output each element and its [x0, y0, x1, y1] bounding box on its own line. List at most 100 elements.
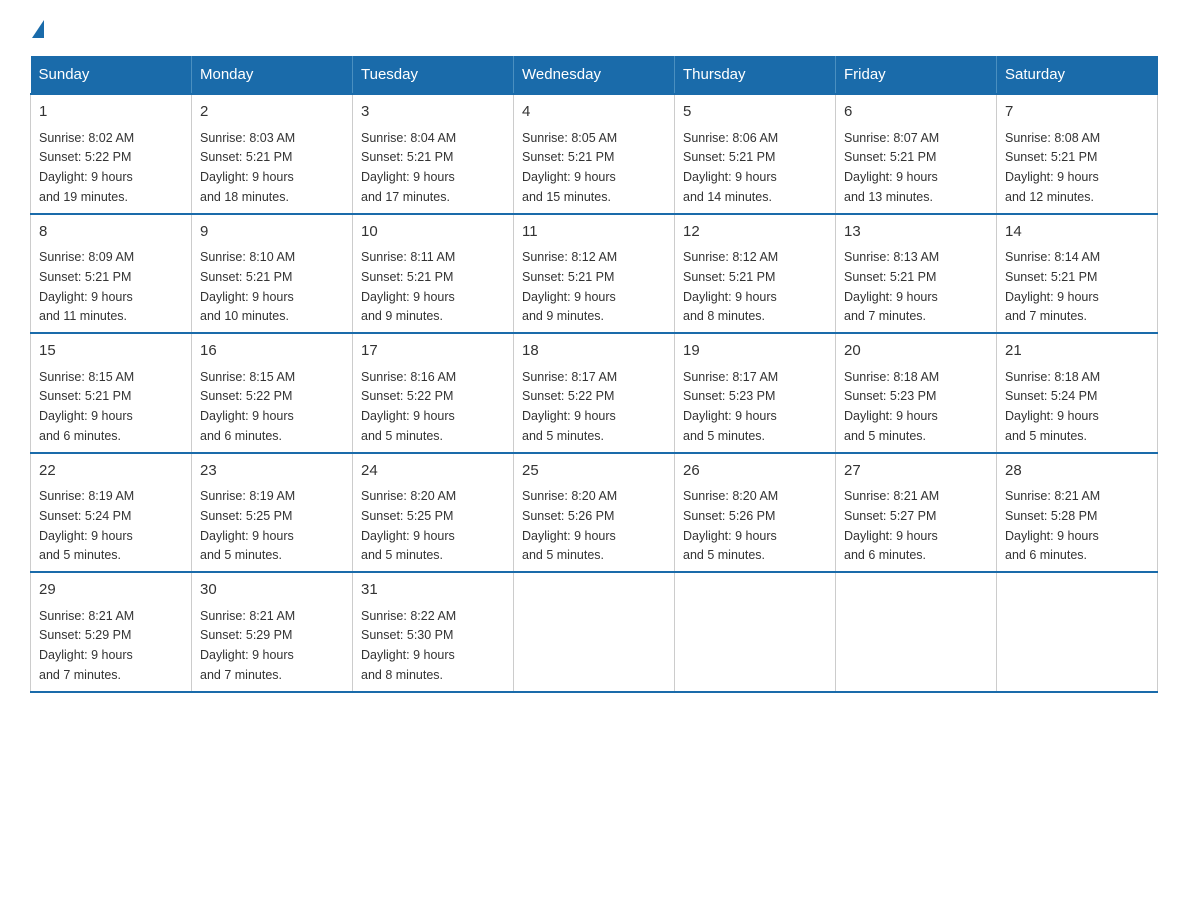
calendar-cell: 21 Sunrise: 8:18 AMSunset: 5:24 PMDaylig…	[997, 333, 1158, 453]
day-info: Sunrise: 8:12 AMSunset: 5:21 PMDaylight:…	[683, 250, 778, 323]
calendar-table: Sunday Monday Tuesday Wednesday Thursday…	[30, 56, 1158, 693]
calendar-cell	[997, 572, 1158, 692]
calendar-cell: 29 Sunrise: 8:21 AMSunset: 5:29 PMDaylig…	[31, 572, 192, 692]
calendar-cell: 5 Sunrise: 8:06 AMSunset: 5:21 PMDayligh…	[675, 94, 836, 214]
day-number: 7	[1005, 101, 1149, 124]
day-number: 5	[683, 101, 827, 124]
calendar-cell	[675, 572, 836, 692]
day-info: Sunrise: 8:18 AMSunset: 5:23 PMDaylight:…	[844, 370, 939, 443]
day-number: 29	[39, 579, 183, 602]
calendar-cell: 28 Sunrise: 8:21 AMSunset: 5:28 PMDaylig…	[997, 453, 1158, 573]
day-info: Sunrise: 8:14 AMSunset: 5:21 PMDaylight:…	[1005, 250, 1100, 323]
calendar-cell: 23 Sunrise: 8:19 AMSunset: 5:25 PMDaylig…	[192, 453, 353, 573]
day-number: 22	[39, 460, 183, 483]
col-monday: Monday	[192, 56, 353, 94]
week-row-2: 8 Sunrise: 8:09 AMSunset: 5:21 PMDayligh…	[31, 214, 1158, 334]
day-number: 8	[39, 221, 183, 244]
calendar-cell: 12 Sunrise: 8:12 AMSunset: 5:21 PMDaylig…	[675, 214, 836, 334]
day-number: 21	[1005, 340, 1149, 363]
day-info: Sunrise: 8:03 AMSunset: 5:21 PMDaylight:…	[200, 131, 295, 204]
day-info: Sunrise: 8:17 AMSunset: 5:22 PMDaylight:…	[522, 370, 617, 443]
day-number: 14	[1005, 221, 1149, 244]
logo	[30, 20, 44, 36]
day-number: 28	[1005, 460, 1149, 483]
day-info: Sunrise: 8:10 AMSunset: 5:21 PMDaylight:…	[200, 250, 295, 323]
week-row-3: 15 Sunrise: 8:15 AMSunset: 5:21 PMDaylig…	[31, 333, 1158, 453]
week-row-5: 29 Sunrise: 8:21 AMSunset: 5:29 PMDaylig…	[31, 572, 1158, 692]
day-info: Sunrise: 8:16 AMSunset: 5:22 PMDaylight:…	[361, 370, 456, 443]
calendar-cell: 17 Sunrise: 8:16 AMSunset: 5:22 PMDaylig…	[353, 333, 514, 453]
day-info: Sunrise: 8:20 AMSunset: 5:26 PMDaylight:…	[683, 489, 778, 562]
calendar-cell: 9 Sunrise: 8:10 AMSunset: 5:21 PMDayligh…	[192, 214, 353, 334]
day-number: 30	[200, 579, 344, 602]
day-number: 10	[361, 221, 505, 244]
calendar-cell: 6 Sunrise: 8:07 AMSunset: 5:21 PMDayligh…	[836, 94, 997, 214]
day-info: Sunrise: 8:08 AMSunset: 5:21 PMDaylight:…	[1005, 131, 1100, 204]
day-info: Sunrise: 8:05 AMSunset: 5:21 PMDaylight:…	[522, 131, 617, 204]
day-info: Sunrise: 8:06 AMSunset: 5:21 PMDaylight:…	[683, 131, 778, 204]
calendar-cell: 7 Sunrise: 8:08 AMSunset: 5:21 PMDayligh…	[997, 94, 1158, 214]
calendar-cell: 4 Sunrise: 8:05 AMSunset: 5:21 PMDayligh…	[514, 94, 675, 214]
day-info: Sunrise: 8:09 AMSunset: 5:21 PMDaylight:…	[39, 250, 134, 323]
calendar-cell: 22 Sunrise: 8:19 AMSunset: 5:24 PMDaylig…	[31, 453, 192, 573]
calendar-cell: 24 Sunrise: 8:20 AMSunset: 5:25 PMDaylig…	[353, 453, 514, 573]
day-info: Sunrise: 8:15 AMSunset: 5:21 PMDaylight:…	[39, 370, 134, 443]
calendar-cell: 3 Sunrise: 8:04 AMSunset: 5:21 PMDayligh…	[353, 94, 514, 214]
day-info: Sunrise: 8:21 AMSunset: 5:29 PMDaylight:…	[200, 609, 295, 682]
calendar-cell: 31 Sunrise: 8:22 AMSunset: 5:30 PMDaylig…	[353, 572, 514, 692]
day-number: 9	[200, 221, 344, 244]
day-number: 25	[522, 460, 666, 483]
calendar-cell: 18 Sunrise: 8:17 AMSunset: 5:22 PMDaylig…	[514, 333, 675, 453]
day-number: 15	[39, 340, 183, 363]
day-number: 3	[361, 101, 505, 124]
calendar-cell: 1 Sunrise: 8:02 AMSunset: 5:22 PMDayligh…	[31, 94, 192, 214]
day-info: Sunrise: 8:20 AMSunset: 5:25 PMDaylight:…	[361, 489, 456, 562]
week-row-1: 1 Sunrise: 8:02 AMSunset: 5:22 PMDayligh…	[31, 94, 1158, 214]
col-sunday: Sunday	[31, 56, 192, 94]
calendar-cell	[836, 572, 997, 692]
calendar-cell: 19 Sunrise: 8:17 AMSunset: 5:23 PMDaylig…	[675, 333, 836, 453]
calendar-cell: 20 Sunrise: 8:18 AMSunset: 5:23 PMDaylig…	[836, 333, 997, 453]
day-number: 31	[361, 579, 505, 602]
day-number: 26	[683, 460, 827, 483]
day-info: Sunrise: 8:12 AMSunset: 5:21 PMDaylight:…	[522, 250, 617, 323]
calendar-cell: 10 Sunrise: 8:11 AMSunset: 5:21 PMDaylig…	[353, 214, 514, 334]
day-number: 17	[361, 340, 505, 363]
day-number: 6	[844, 101, 988, 124]
day-info: Sunrise: 8:20 AMSunset: 5:26 PMDaylight:…	[522, 489, 617, 562]
day-number: 13	[844, 221, 988, 244]
calendar-cell: 13 Sunrise: 8:13 AMSunset: 5:21 PMDaylig…	[836, 214, 997, 334]
day-info: Sunrise: 8:18 AMSunset: 5:24 PMDaylight:…	[1005, 370, 1100, 443]
day-info: Sunrise: 8:15 AMSunset: 5:22 PMDaylight:…	[200, 370, 295, 443]
calendar-cell: 11 Sunrise: 8:12 AMSunset: 5:21 PMDaylig…	[514, 214, 675, 334]
calendar-cell: 30 Sunrise: 8:21 AMSunset: 5:29 PMDaylig…	[192, 572, 353, 692]
day-number: 2	[200, 101, 344, 124]
calendar-cell: 2 Sunrise: 8:03 AMSunset: 5:21 PMDayligh…	[192, 94, 353, 214]
day-info: Sunrise: 8:04 AMSunset: 5:21 PMDaylight:…	[361, 131, 456, 204]
page-header	[30, 20, 1158, 36]
day-number: 1	[39, 101, 183, 124]
col-thursday: Thursday	[675, 56, 836, 94]
calendar-cell	[514, 572, 675, 692]
header-row: Sunday Monday Tuesday Wednesday Thursday…	[31, 56, 1158, 94]
day-info: Sunrise: 8:13 AMSunset: 5:21 PMDaylight:…	[844, 250, 939, 323]
calendar-cell: 26 Sunrise: 8:20 AMSunset: 5:26 PMDaylig…	[675, 453, 836, 573]
day-number: 23	[200, 460, 344, 483]
day-number: 12	[683, 221, 827, 244]
day-info: Sunrise: 8:21 AMSunset: 5:29 PMDaylight:…	[39, 609, 134, 682]
logo-text	[30, 20, 44, 40]
calendar-cell: 27 Sunrise: 8:21 AMSunset: 5:27 PMDaylig…	[836, 453, 997, 573]
day-number: 11	[522, 221, 666, 244]
calendar-body: 1 Sunrise: 8:02 AMSunset: 5:22 PMDayligh…	[31, 94, 1158, 692]
col-tuesday: Tuesday	[353, 56, 514, 94]
day-info: Sunrise: 8:11 AMSunset: 5:21 PMDaylight:…	[361, 250, 455, 323]
day-info: Sunrise: 8:17 AMSunset: 5:23 PMDaylight:…	[683, 370, 778, 443]
day-info: Sunrise: 8:02 AMSunset: 5:22 PMDaylight:…	[39, 131, 134, 204]
day-info: Sunrise: 8:19 AMSunset: 5:24 PMDaylight:…	[39, 489, 134, 562]
day-number: 4	[522, 101, 666, 124]
calendar-cell: 25 Sunrise: 8:20 AMSunset: 5:26 PMDaylig…	[514, 453, 675, 573]
day-number: 18	[522, 340, 666, 363]
col-friday: Friday	[836, 56, 997, 94]
calendar-header: Sunday Monday Tuesday Wednesday Thursday…	[31, 56, 1158, 94]
day-info: Sunrise: 8:21 AMSunset: 5:27 PMDaylight:…	[844, 489, 939, 562]
